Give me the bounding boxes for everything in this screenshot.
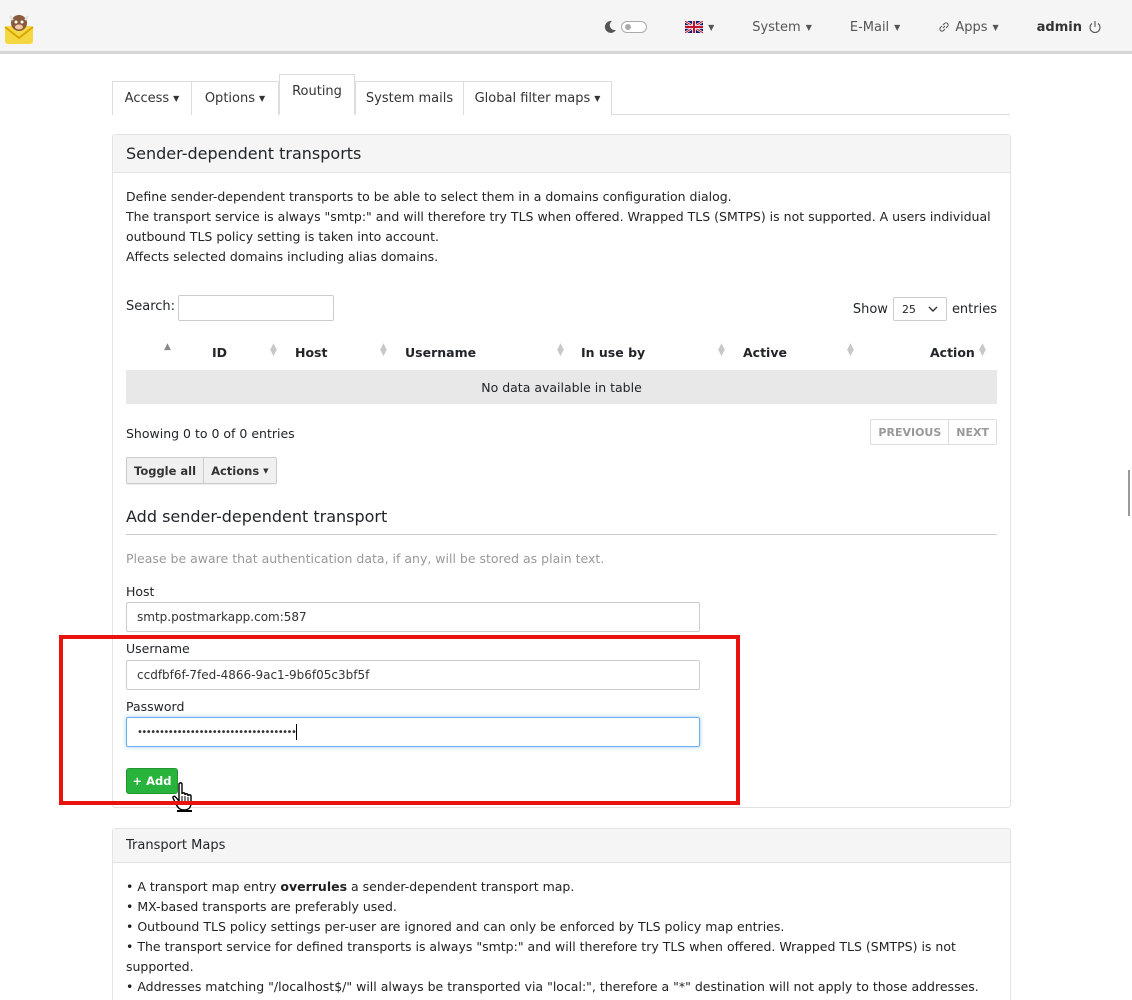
column-id[interactable]: ID [212,345,227,360]
mailcow-logo-icon[interactable] [2,12,36,46]
dark-mode-toggle[interactable] [603,20,648,34]
transport-maps-panel: Transport Maps • A transport map entry o… [112,828,1011,1000]
user-menu[interactable]: admin [1037,20,1102,35]
top-navbar: ▼ System ▼ E-Mail ▼ Apps ▼ admin [0,0,1132,54]
nav-system-menu[interactable]: System ▼ [752,20,812,35]
sort-icon[interactable]: ▲ ▼ [380,343,387,358]
uk-flag-icon [685,21,704,33]
tab-options[interactable]: Options ▼ [191,81,279,115]
previous-button[interactable]: PREVIOUS [871,420,948,444]
sort-icon[interactable]: ▲ ▼ [979,343,986,358]
highlight-box [59,635,740,805]
chevron-down-icon: ▼ [173,94,180,103]
transport-maps-notes: • A transport map entry overrules a send… [126,877,998,997]
next-button[interactable]: NEXT [948,420,996,444]
column-in-use-by[interactable]: In use by [581,345,645,360]
sort-icon[interactable]: ▲ ▼ [270,343,277,358]
page-size-control: Show 25 entries [853,297,997,321]
search-label: Search: [126,299,176,314]
search-input[interactable] [178,295,334,321]
page-size-select[interactable]: 25 [892,297,947,321]
table-info: Showing 0 to 0 of 0 entries [126,426,295,441]
nav-apps-menu[interactable]: Apps ▼ [938,20,999,35]
actions-dropdown[interactable]: Actions ▼ [203,458,275,483]
host-input[interactable]: smtp.postmarkapp.com:587 [126,602,700,632]
list-item: • MX-based transports are preferably use… [126,899,397,914]
list-item: • A transport map entry overrules a send… [126,879,575,894]
column-host[interactable]: Host [295,345,327,360]
panel-description: Define sender-dependent transports to be… [126,189,991,264]
sort-icon[interactable]: ▲ ▼ [718,343,725,358]
chevron-down-icon [928,306,938,312]
toggle-all-button[interactable]: Toggle all [127,458,203,483]
tab-routing[interactable]: Routing [279,74,355,115]
divider [126,534,997,535]
pagination: PREVIOUS NEXT [870,419,997,445]
dark-mode-switch[interactable] [621,21,648,33]
bulk-actions: Toggle all Actions ▼ [126,457,277,484]
link-icon [939,22,949,32]
sort-icon[interactable]: ▲ ▼ [557,343,564,358]
column-active[interactable]: Active [743,345,787,360]
panel-title: Sender-dependent transports [113,135,1010,173]
scrollbar-thumb[interactable] [1128,470,1130,516]
table-empty-row: No data available in table [126,370,997,404]
chevron-down-icon: ▼ [263,466,269,475]
panel-title: Transport Maps [113,829,1010,863]
chevron-down-icon: ▼ [805,22,812,32]
list-item: • Outbound TLS policy settings per-user … [126,919,785,934]
chevron-down-icon: ▼ [894,22,901,32]
tab-system-mails[interactable]: System mails [355,81,464,115]
moon-icon [604,20,617,33]
nav-email-menu[interactable]: E-Mail ▼ [850,20,900,35]
chevron-down-icon: ▼ [708,22,715,32]
sort-icon[interactable]: ▲ [164,343,171,352]
plaintext-warning: Please be aware that authentication data… [126,551,605,566]
host-label: Host [126,584,155,599]
chevron-down-icon: ▼ [594,94,601,103]
sort-icon[interactable]: ▲ ▼ [847,343,854,358]
column-action[interactable]: Action [930,345,975,360]
chevron-down-icon: ▼ [992,22,999,32]
power-icon[interactable] [1088,20,1102,34]
list-item: • The transport service for defined tran… [126,939,956,974]
language-menu[interactable]: ▼ [685,21,714,33]
column-username[interactable]: Username [405,345,476,360]
tab-access[interactable]: Access ▼ [112,81,192,115]
routing-tabs: Access ▼ Options ▼ Routing System mails Gl… [112,74,1010,115]
add-transport-title: Add sender-dependent transport [126,507,388,526]
chevron-down-icon: ▼ [259,94,266,103]
list-item: • Addresses matching "/localhost$/" will… [126,979,979,994]
tab-global-filter-maps[interactable]: Global filter maps ▼ [463,81,612,115]
